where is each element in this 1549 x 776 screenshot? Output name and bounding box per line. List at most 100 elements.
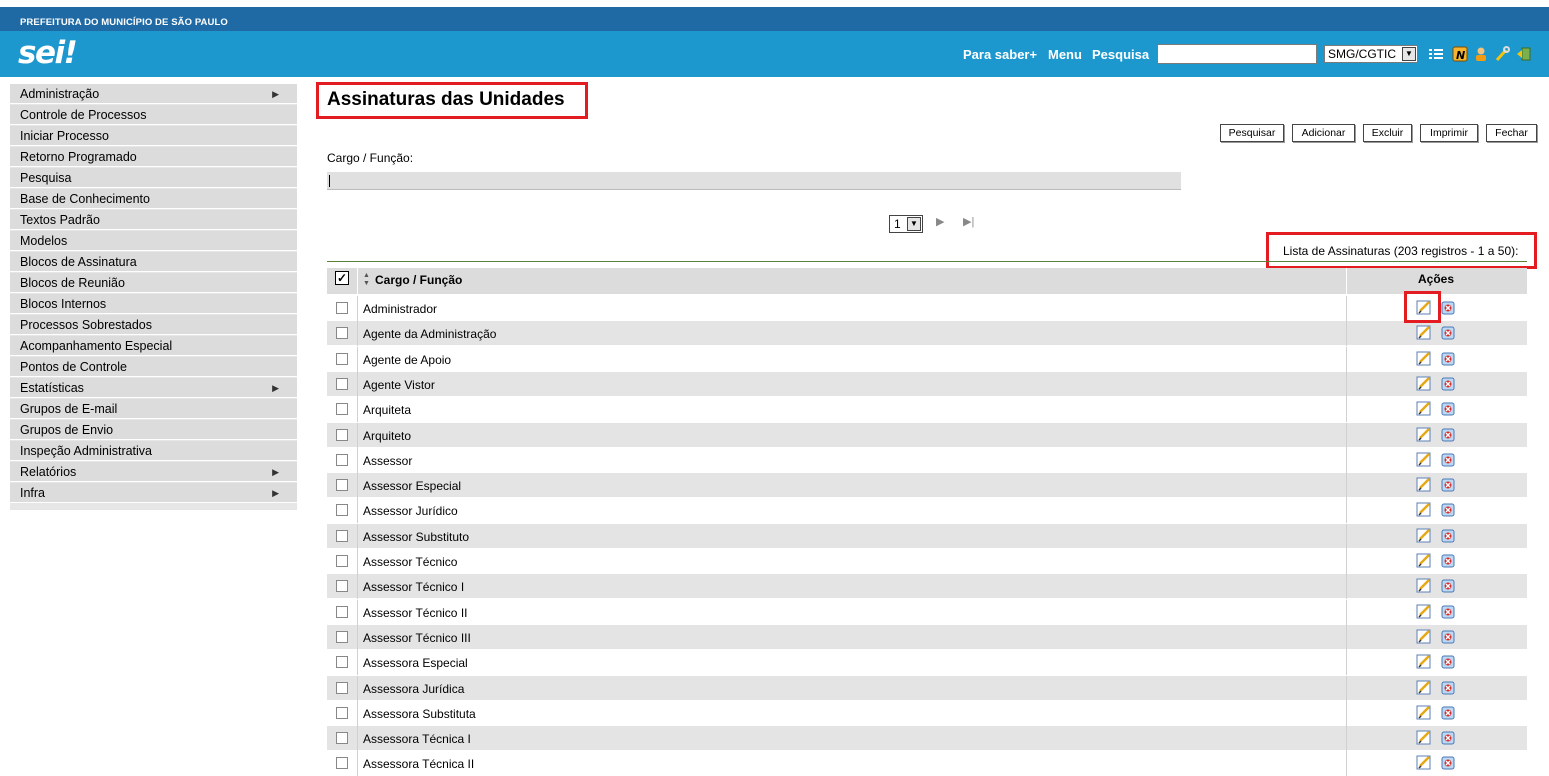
excluir-button[interactable]: Excluir — [1363, 124, 1412, 142]
sidebar-item-iniciar-processo[interactable]: Iniciar Processo — [10, 126, 297, 146]
edit-icon[interactable] — [1416, 350, 1432, 366]
edit-icon[interactable] — [1416, 729, 1432, 745]
sort-icon[interactable]: ▲ ▼ — [363, 272, 370, 288]
edit-icon[interactable] — [1416, 603, 1432, 619]
delete-icon[interactable] — [1440, 476, 1456, 492]
edit-icon[interactable] — [1416, 552, 1432, 568]
edit-icon[interactable] — [1416, 426, 1432, 442]
delete-icon[interactable] — [1440, 426, 1456, 442]
row-checkbox[interactable] — [336, 757, 348, 770]
unit-select[interactable]: SMG/CGTIC ▼ — [1324, 45, 1418, 63]
sidebar-item-blocos-assinatura[interactable]: Blocos de Assinatura — [10, 252, 297, 272]
list-icon[interactable] — [1428, 46, 1444, 62]
user-icon[interactable] — [1473, 46, 1489, 62]
delete-icon[interactable] — [1440, 552, 1456, 568]
row-checkbox[interactable] — [336, 630, 348, 643]
row-checkbox[interactable] — [336, 302, 348, 314]
row-checkbox[interactable] — [336, 327, 348, 340]
edit-icon[interactable] — [1416, 476, 1432, 492]
row-checkbox[interactable] — [336, 377, 348, 390]
sei-logo[interactable]: sei! — [18, 35, 78, 71]
page-select[interactable]: 1 ▼ — [889, 215, 923, 233]
delete-icon[interactable] — [1440, 603, 1456, 619]
sidebar-item-infra[interactable]: Infra ▶ — [10, 483, 297, 503]
row-checkbox[interactable] — [336, 529, 348, 542]
edit-icon[interactable] — [1416, 501, 1432, 517]
delete-icon[interactable] — [1440, 653, 1456, 669]
sidebar-item-relatorios[interactable]: Relatórios ▶ — [10, 462, 297, 482]
fechar-button[interactable]: Fechar — [1486, 124, 1537, 142]
sidebar-item-blocos-reuniao[interactable]: Blocos de Reunião — [10, 273, 297, 293]
nav-pesquisa[interactable]: Pesquisa — [1092, 47, 1149, 62]
imprimir-button[interactable]: Imprimir — [1420, 124, 1478, 142]
sidebar-item-modelos[interactable]: Modelos — [10, 231, 297, 251]
notes-icon[interactable]: N — [1452, 46, 1468, 62]
row-checkbox[interactable] — [336, 479, 348, 492]
edit-icon[interactable] — [1416, 679, 1432, 695]
nav-menu[interactable]: Menu — [1048, 47, 1082, 62]
row-checkbox[interactable] — [336, 656, 348, 669]
sidebar-item-base-conhecimento[interactable]: Base de Conhecimento — [10, 189, 297, 209]
edit-icon[interactable] — [1416, 324, 1432, 340]
row-checkbox[interactable] — [336, 706, 348, 719]
row-checkbox[interactable] — [336, 555, 348, 567]
edit-icon[interactable] — [1416, 527, 1432, 543]
sidebar-item-pesquisa[interactable]: Pesquisa — [10, 168, 297, 188]
delete-icon[interactable] — [1440, 628, 1456, 644]
cargo-funcao-field[interactable] — [327, 172, 1181, 190]
search-input[interactable] — [1157, 44, 1317, 64]
delete-icon[interactable] — [1440, 754, 1456, 770]
column-header-cargo[interactable]: Cargo / Função — [375, 273, 462, 287]
sidebar-item-administracao[interactable]: Administração ▶ — [10, 84, 297, 104]
exit-icon[interactable] — [1516, 46, 1532, 62]
row-checkbox[interactable] — [336, 403, 348, 416]
edit-icon[interactable] — [1416, 628, 1432, 644]
tools-icon[interactable] — [1494, 46, 1510, 62]
row-checkbox[interactable] — [336, 732, 348, 745]
select-all-checkbox[interactable]: ✓ — [335, 271, 349, 285]
next-page-icon[interactable]: ▶ — [936, 215, 944, 228]
sidebar-item-acompanhamento-especial[interactable]: Acompanhamento Especial — [10, 336, 297, 356]
delete-icon[interactable] — [1440, 299, 1456, 315]
sidebar-item-blocos-internos[interactable]: Blocos Internos — [10, 294, 297, 314]
sidebar-item-processos-sobrestados[interactable]: Processos Sobrestados — [10, 315, 297, 335]
nav-para-saber[interactable]: Para saber+ — [963, 47, 1037, 62]
row-checkbox[interactable] — [336, 681, 348, 694]
sidebar-item-grupos-email[interactable]: Grupos de E-mail — [10, 399, 297, 419]
sidebar-item-inspecao-administrativa[interactable]: Inspeção Administrativa — [10, 441, 297, 461]
sidebar-item-grupos-envio[interactable]: Grupos de Envio — [10, 420, 297, 440]
sidebar-item-retorno-programado[interactable]: Retorno Programado — [10, 147, 297, 167]
row-checkbox[interactable] — [336, 453, 348, 466]
edit-icon[interactable] — [1416, 577, 1432, 593]
edit-icon[interactable] — [1416, 375, 1432, 391]
delete-icon[interactable] — [1440, 451, 1456, 467]
sidebar-item-controle-processos[interactable]: Controle de Processos — [10, 105, 297, 125]
last-page-icon[interactable]: ▶| — [963, 215, 974, 228]
delete-icon[interactable] — [1440, 350, 1456, 366]
edit-icon[interactable] — [1416, 451, 1432, 467]
row-checkbox[interactable] — [336, 605, 348, 618]
edit-icon[interactable] — [1416, 754, 1432, 770]
delete-icon[interactable] — [1440, 324, 1456, 340]
edit-icon[interactable] — [1416, 704, 1432, 720]
row-checkbox[interactable] — [336, 580, 348, 593]
delete-icon[interactable] — [1440, 704, 1456, 720]
delete-icon[interactable] — [1440, 375, 1456, 391]
adicionar-button[interactable]: Adicionar — [1292, 124, 1355, 142]
row-checkbox[interactable] — [336, 352, 348, 365]
edit-icon[interactable] — [1416, 653, 1432, 669]
delete-icon[interactable] — [1440, 577, 1456, 593]
row-checkbox[interactable] — [336, 428, 348, 441]
delete-icon[interactable] — [1440, 527, 1456, 543]
delete-icon[interactable] — [1440, 501, 1456, 517]
sidebar-item-estatisticas[interactable]: Estatísticas ▶ — [10, 378, 297, 398]
delete-icon[interactable] — [1440, 729, 1456, 745]
pesquisar-button[interactable]: Pesquisar — [1220, 124, 1284, 142]
row-checkbox[interactable] — [336, 504, 348, 517]
row-name: Assessor Jurídico — [363, 504, 458, 519]
delete-icon[interactable] — [1440, 679, 1456, 695]
delete-icon[interactable] — [1440, 400, 1456, 416]
sidebar-item-textos-padrao[interactable]: Textos Padrão — [10, 210, 297, 230]
sidebar-item-pontos-controle[interactable]: Pontos de Controle — [10, 357, 297, 377]
edit-icon[interactable] — [1416, 400, 1432, 416]
